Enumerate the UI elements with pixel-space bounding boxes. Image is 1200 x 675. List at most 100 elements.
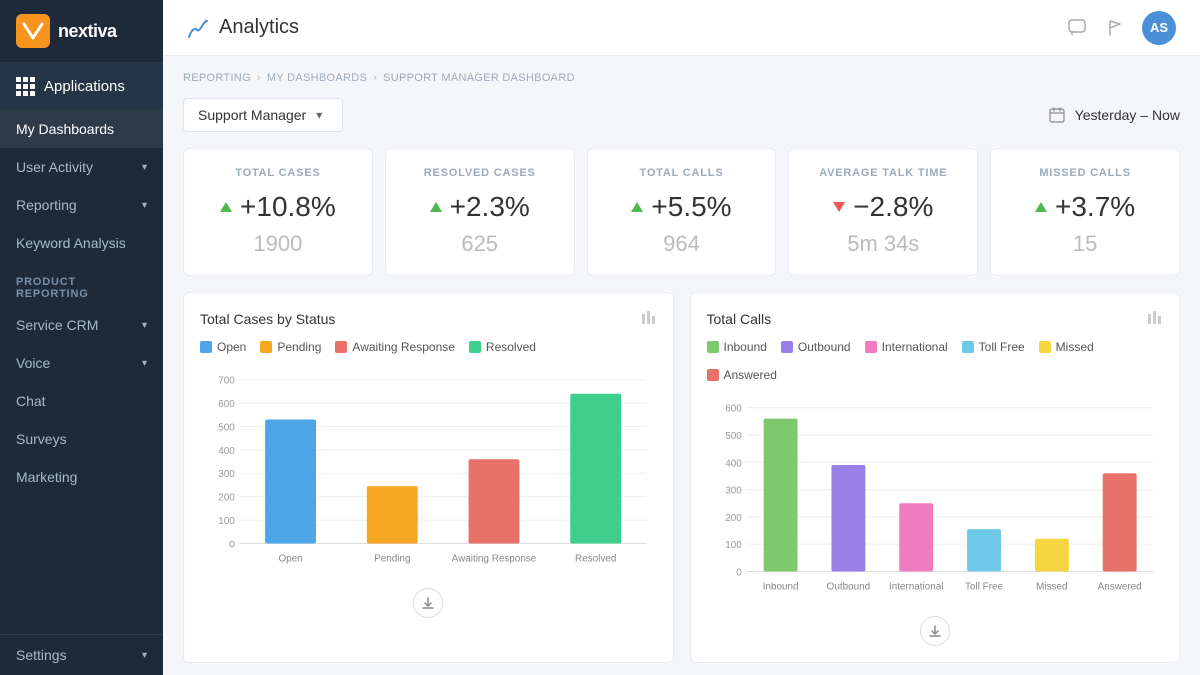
user-avatar[interactable]: AS bbox=[1142, 11, 1176, 45]
sidebar-item-voice[interactable]: Voice ▾ bbox=[0, 344, 163, 382]
breadcrumb-current: SUPPORT MANAGER DASHBOARD bbox=[383, 72, 575, 84]
sidebar-item-label: Marketing bbox=[16, 469, 77, 485]
stat-card-total-cases: TOTAL CASES +10.8% 1900 bbox=[183, 148, 373, 276]
svg-text:Open: Open bbox=[278, 553, 302, 564]
sidebar-item-reporting[interactable]: Reporting ▾ bbox=[0, 186, 163, 224]
legend-item: Outbound bbox=[781, 340, 851, 354]
legend-dot bbox=[1039, 341, 1051, 353]
chevron-down-icon: ▾ bbox=[142, 320, 147, 331]
sidebar-item-marketing[interactable]: Marketing bbox=[0, 458, 163, 496]
stat-card-resolved-cases: RESOLVED CASES +2.3% 625 bbox=[385, 148, 575, 276]
trend-up-icon bbox=[631, 202, 643, 212]
stat-value: +2.3% bbox=[402, 191, 558, 223]
content-area: REPORTING › MY DASHBOARDS › SUPPORT MANA… bbox=[163, 56, 1200, 675]
legend-label: Missed bbox=[1056, 340, 1094, 354]
sidebar-item-label: Reporting bbox=[16, 197, 77, 213]
chart-header: Total Calls bbox=[707, 309, 1164, 328]
svg-text:International: International bbox=[888, 581, 943, 592]
svg-text:300: 300 bbox=[725, 486, 742, 497]
stat-value: −2.8% bbox=[805, 191, 961, 223]
svg-text:Answered: Answered bbox=[1097, 581, 1141, 592]
download-icon bbox=[928, 624, 942, 638]
stat-label: TOTAL CASES bbox=[200, 167, 356, 179]
bar-chart-svg: 0100200300400500600700OpenPendingAwaitin… bbox=[200, 364, 657, 584]
topbar: Analytics AS bbox=[163, 0, 1200, 56]
sidebar-item-label: Chat bbox=[16, 393, 46, 409]
sidebar-item-chat[interactable]: Chat bbox=[0, 382, 163, 420]
sidebar-item-user-activity[interactable]: User Activity ▾ bbox=[0, 148, 163, 186]
flag-icon[interactable] bbox=[1104, 17, 1126, 39]
bar-chart-area: 0100200300400500600700OpenPendingAwaitin… bbox=[200, 364, 657, 584]
svg-text:100: 100 bbox=[218, 516, 235, 527]
legend-dot bbox=[260, 341, 272, 353]
stat-number: +2.3% bbox=[450, 191, 530, 223]
total-cases-chart: Total Cases by Status OpenPendingAwaitin… bbox=[183, 292, 674, 663]
svg-text:Toll Free: Toll Free bbox=[965, 581, 1003, 592]
legend-item: Awaiting Response bbox=[335, 340, 455, 354]
apps-label: Applications bbox=[44, 78, 125, 95]
stat-card-missed-calls: MISSED CALLS +3.7% 15 bbox=[990, 148, 1180, 276]
svg-text:200: 200 bbox=[218, 493, 235, 504]
calendar-icon bbox=[1049, 107, 1065, 123]
stat-number: +10.8% bbox=[240, 191, 336, 223]
date-range-label: Yesterday – Now bbox=[1075, 107, 1180, 123]
legend-dot bbox=[200, 341, 212, 353]
trend-up-icon bbox=[220, 202, 232, 212]
stat-card-total-calls: TOTAL CALLS +5.5% 964 bbox=[587, 148, 777, 276]
stat-sub: 5m 34s bbox=[805, 231, 961, 257]
sidebar-item-keyword-analysis[interactable]: Keyword Analysis bbox=[0, 224, 163, 262]
legend-item: Answered bbox=[707, 368, 777, 382]
stat-sub: 15 bbox=[1007, 231, 1163, 257]
avatar-initials: AS bbox=[1150, 20, 1168, 35]
stat-sub: 964 bbox=[604, 231, 760, 257]
svg-text:600: 600 bbox=[218, 399, 235, 410]
legend-label: International bbox=[882, 340, 948, 354]
page-title: Analytics bbox=[219, 16, 299, 39]
legend-dot bbox=[781, 341, 793, 353]
legend-item: Resolved bbox=[469, 340, 536, 354]
svg-text:300: 300 bbox=[218, 469, 235, 480]
dashboard-dropdown[interactable]: Support Manager ▾ bbox=[183, 98, 343, 132]
legend-dot bbox=[707, 341, 719, 353]
svg-text:Missed: Missed bbox=[1036, 581, 1067, 592]
stat-cards-container: TOTAL CASES +10.8% 1900 RESOLVED CASES +… bbox=[183, 148, 1180, 276]
svg-text:400: 400 bbox=[725, 458, 742, 469]
svg-text:Pending: Pending bbox=[374, 553, 410, 564]
bar-chart-icon[interactable] bbox=[641, 309, 657, 328]
sidebar-item-my-dashboards[interactable]: My Dashboards bbox=[0, 110, 163, 148]
svg-text:Inbound: Inbound bbox=[762, 581, 798, 592]
svg-text:Awaiting Response: Awaiting Response bbox=[452, 553, 537, 564]
logo-area: nextiva bbox=[0, 0, 163, 63]
legend-label: Resolved bbox=[486, 340, 536, 354]
apps-section[interactable]: Applications bbox=[0, 63, 163, 110]
breadcrumb-my-dashboards: MY DASHBOARDS bbox=[267, 72, 367, 84]
stat-label: RESOLVED CASES bbox=[402, 167, 558, 179]
svg-text:0: 0 bbox=[229, 539, 235, 550]
chart-actions bbox=[641, 309, 657, 328]
svg-text:Resolved: Resolved bbox=[575, 553, 616, 564]
svg-text:100: 100 bbox=[725, 540, 742, 551]
sidebar-item-label: My Dashboards bbox=[16, 121, 114, 137]
sidebar-item-surveys[interactable]: Surveys bbox=[0, 420, 163, 458]
sidebar-item-label: User Activity bbox=[16, 159, 93, 175]
stat-value: +10.8% bbox=[200, 191, 356, 223]
sidebar: nextiva Applications My Dashboards User … bbox=[0, 0, 163, 675]
date-range-selector[interactable]: Yesterday – Now bbox=[1049, 107, 1180, 123]
stat-sub: 1900 bbox=[200, 231, 356, 257]
download-button[interactable] bbox=[920, 616, 950, 646]
analytics-icon bbox=[187, 17, 209, 39]
legend-dot bbox=[469, 341, 481, 353]
chat-icon[interactable] bbox=[1066, 17, 1088, 39]
apps-grid-icon bbox=[16, 77, 34, 96]
svg-text:600: 600 bbox=[725, 404, 742, 415]
download-button[interactable] bbox=[413, 588, 443, 618]
chart-legend: OpenPendingAwaiting ResponseResolved bbox=[200, 340, 657, 354]
bar-chart-icon[interactable] bbox=[1147, 309, 1163, 328]
sidebar-item-label: Voice bbox=[16, 355, 50, 371]
download-icon bbox=[421, 596, 435, 610]
stat-value: +3.7% bbox=[1007, 191, 1163, 223]
sidebar-item-service-crm[interactable]: Service CRM ▾ bbox=[0, 306, 163, 344]
sidebar-settings[interactable]: Settings ▾ bbox=[0, 634, 163, 675]
stat-card-average-talk-time: AVERAGE TALK TIME −2.8% 5m 34s bbox=[788, 148, 978, 276]
sidebar-item-label: Service CRM bbox=[16, 317, 98, 333]
